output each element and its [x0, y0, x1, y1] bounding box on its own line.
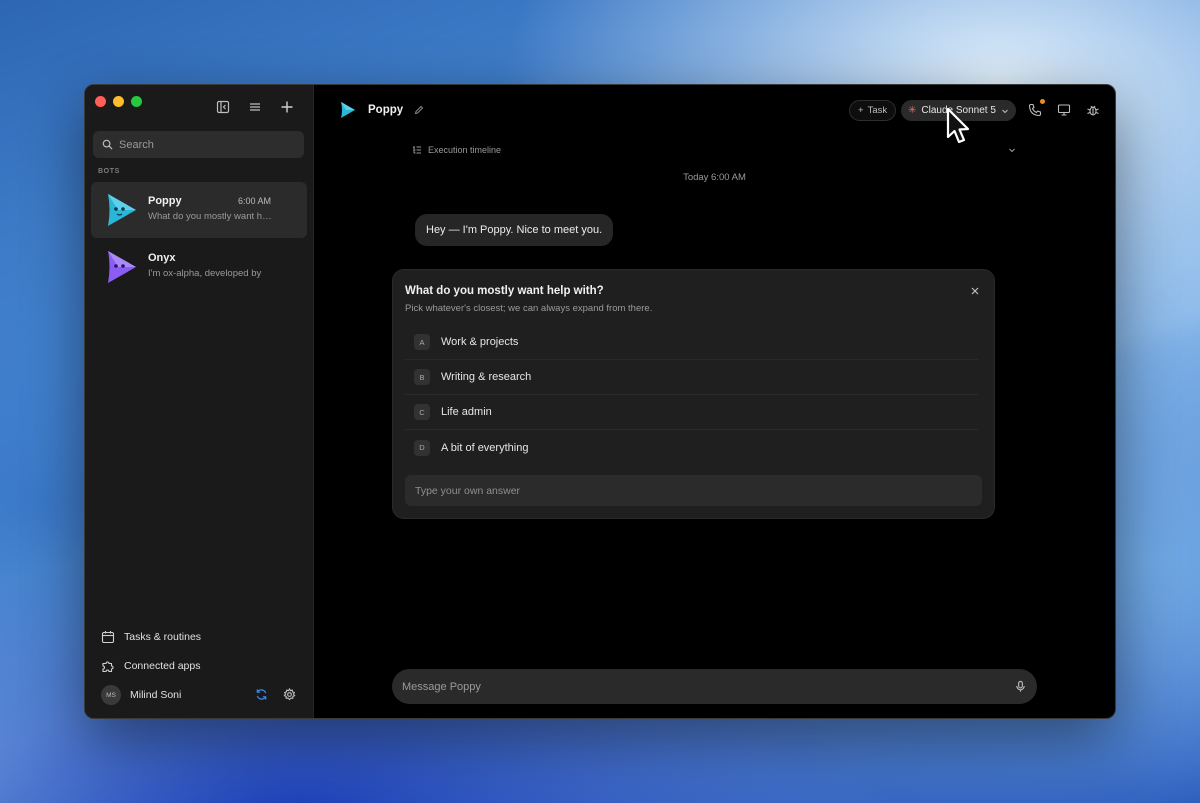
onyx-avatar-icon	[108, 251, 136, 283]
monitor-icon[interactable]	[1057, 103, 1071, 117]
message-composer[interactable]	[392, 669, 1037, 704]
sidebar-footer-icons	[255, 688, 296, 701]
option-key: D	[414, 439, 430, 456]
sidebar-toolbar	[216, 100, 294, 114]
microphone-icon[interactable]	[1014, 680, 1027, 693]
search-input[interactable]	[119, 138, 289, 151]
search-box[interactable]	[93, 131, 304, 158]
connected-apps-link[interactable]: Connected apps	[101, 659, 200, 673]
bot-preview: I'm ox-alpha, developed by	[148, 268, 262, 279]
bots-section-label: BOTS	[98, 168, 120, 175]
calendar-icon	[101, 631, 115, 644]
timeline-icon	[413, 146, 421, 154]
close-window-button[interactable]	[95, 96, 106, 107]
bot-time: 6:00 AM	[237, 196, 271, 206]
new-chat-plus-icon[interactable]	[280, 100, 294, 114]
bot-message-bubble: Hey — I'm Poppy. Nice to meet you.	[415, 214, 614, 246]
phone-icon[interactable]	[1028, 103, 1042, 117]
user-name: Milind Soni	[130, 689, 182, 701]
avatar: MS	[101, 685, 121, 705]
sync-icon[interactable]	[255, 688, 268, 701]
bot-name: Poppy	[148, 195, 182, 207]
option-key: B	[414, 369, 430, 385]
question-subtitle: Pick whatever's closest; we can always e…	[405, 303, 653, 314]
chevron-down-icon	[1002, 109, 1008, 113]
option-key: C	[414, 404, 430, 420]
task-button-label: Task	[867, 105, 888, 116]
chat-main: Poppy + Task ✳ Claude Sonnet 5 Execution…	[314, 85, 1115, 718]
option-c[interactable]: C Life admin	[405, 395, 978, 430]
options-list: A Work & projects B Writing & research C…	[405, 325, 978, 465]
option-a[interactable]: A Work & projects	[405, 325, 978, 360]
edit-pencil-icon[interactable]	[414, 105, 424, 115]
header-actions	[1028, 103, 1100, 117]
own-answer-input[interactable]	[405, 475, 982, 506]
claude-spark-icon: ✳	[908, 105, 917, 116]
sidebar: BOTS Poppy 6:00 AM What do you mostly wa…	[85, 85, 314, 718]
sidebar-toggle-icon[interactable]	[216, 100, 230, 114]
minimize-window-button[interactable]	[113, 96, 124, 107]
close-icon[interactable]	[970, 286, 980, 296]
option-label: Life admin	[441, 406, 492, 418]
execution-timeline-toggle[interactable]: Execution timeline	[412, 145, 501, 155]
timeline-label: Execution timeline	[428, 145, 502, 155]
list-icon[interactable]	[248, 100, 262, 114]
zoom-window-button[interactable]	[131, 96, 142, 107]
chat-header-title: Poppy	[338, 101, 424, 119]
connected-apps-label: Connected apps	[124, 660, 201, 672]
search-icon	[102, 139, 113, 150]
bot-preview: What do you mostly want help with?	[148, 211, 272, 222]
user-profile[interactable]: MS Milind Soni	[101, 685, 181, 705]
option-b[interactable]: B Writing & research	[405, 360, 978, 395]
option-label: Work & projects	[441, 336, 519, 348]
traffic-lights	[95, 96, 142, 107]
message-input[interactable]	[402, 680, 1014, 693]
question-card: What do you mostly want help with? Pick …	[392, 269, 995, 519]
bot-name: Onyx	[148, 252, 176, 264]
puzzle-icon	[102, 661, 114, 673]
mouse-cursor-icon	[946, 107, 970, 144]
timeline-chevron-down-icon[interactable]	[1007, 145, 1017, 155]
option-d[interactable]: D A bit of everything	[405, 430, 978, 465]
date-separator: Today 6:00 AM	[683, 172, 746, 183]
bot-item-onyx[interactable]: Onyx I'm ox-alpha, developed by	[91, 239, 307, 295]
plus-icon: +	[858, 105, 864, 116]
option-label: A bit of everything	[441, 441, 529, 454]
tasks-routines-label: Tasks & routines	[124, 631, 202, 643]
notification-dot	[1040, 99, 1045, 104]
option-label: Writing & research	[441, 371, 532, 383]
bug-icon[interactable]	[1086, 103, 1100, 117]
question-title: What do you mostly want help with?	[405, 285, 604, 297]
tasks-routines-link[interactable]: Tasks & routines	[101, 630, 201, 644]
add-task-button[interactable]: + Task	[849, 100, 897, 121]
gear-icon[interactable]	[283, 688, 296, 701]
poppy-logo-icon	[341, 102, 355, 118]
bot-item-poppy[interactable]: Poppy 6:00 AM What do you mostly want he…	[91, 182, 307, 238]
app-window: BOTS Poppy 6:00 AM What do you mostly wa…	[84, 84, 1116, 719]
poppy-avatar-icon	[108, 194, 136, 226]
page-title: Poppy	[368, 104, 404, 116]
option-key: A	[414, 334, 430, 350]
